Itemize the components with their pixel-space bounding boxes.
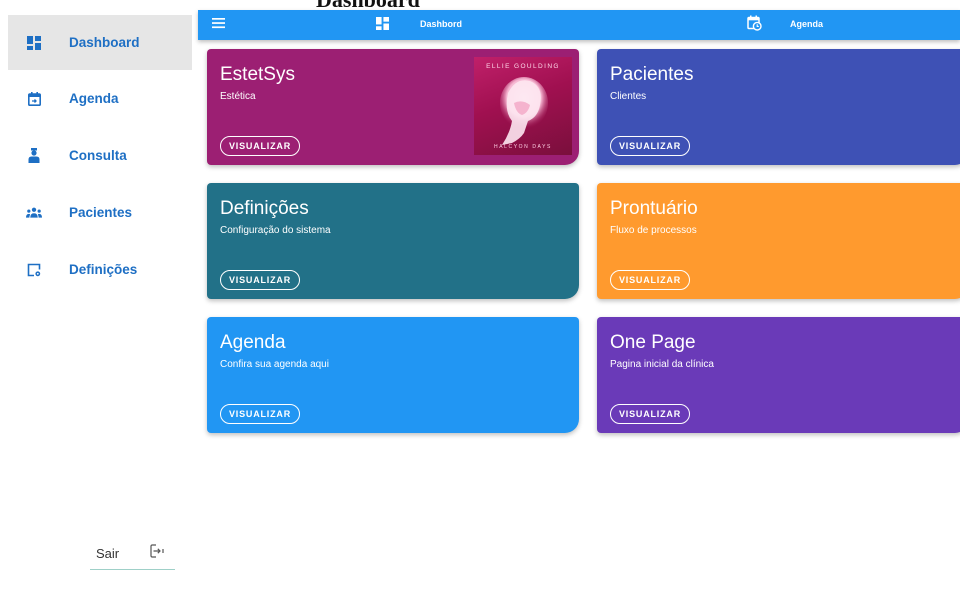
card-subtitle: Estética: [220, 91, 256, 102]
sidebar-item-label: Agenda: [69, 91, 119, 106]
card-one-page: One Page Pagina inicial da clínica VISUA…: [597, 317, 960, 433]
sidebar: Dashboard Agenda Consulta Pacientes Defi…: [0, 0, 200, 612]
card-subtitle: Confira sua agenda aqui: [220, 359, 329, 370]
card-title: EstetSys: [220, 64, 295, 85]
calendar-clock-icon[interactable]: [747, 15, 762, 31]
sidebar-item-label: Dashboard: [69, 35, 140, 50]
album-artist: ELLIE GOULDING: [486, 63, 560, 70]
card-estetsys: EstetSys Estética VISUALIZAR ELLIE GOULD…: [207, 49, 579, 165]
album-title: HALCYON DAYS: [493, 144, 552, 150]
dashboard-icon: [26, 35, 42, 51]
card-title: Pacientes: [610, 64, 694, 85]
sidebar-item-dashboard[interactable]: Dashboard: [8, 15, 192, 70]
card-subtitle: Clientes: [610, 91, 647, 102]
app-root: Dashboard Dashboard Agenda Consulta Paci…: [0, 0, 960, 612]
visualizar-button[interactable]: VISUALIZAR: [220, 404, 300, 424]
card-title: One Page: [610, 332, 696, 353]
dashboard-icon[interactable]: [376, 17, 389, 30]
card-title: Definições: [220, 198, 309, 219]
visualizar-button[interactable]: VISUALIZAR: [220, 136, 300, 156]
calendar-icon: [26, 91, 42, 107]
sidebar-item-label: Definições: [69, 262, 138, 277]
visualizar-button[interactable]: VISUALIZAR: [610, 136, 690, 156]
card-title: Agenda: [220, 332, 286, 353]
visualizar-button[interactable]: VISUALIZAR: [610, 404, 690, 424]
sidebar-item-definicoes[interactable]: Definições: [8, 242, 192, 297]
topbar-agenda-link[interactable]: Agenda: [790, 19, 823, 29]
sidebar-item-agenda[interactable]: Agenda: [8, 71, 192, 126]
card-subtitle: Configuração do sistema: [220, 225, 331, 236]
people-icon: [26, 205, 42, 221]
visualizar-button[interactable]: VISUALIZAR: [220, 270, 300, 290]
card-title: Prontuário: [610, 198, 698, 219]
sidebar-item-pacientes[interactable]: Pacientes: [8, 185, 192, 240]
card-definicoes: Definições Configuração do sistema VISUA…: [207, 183, 579, 299]
sidebar-item-label: Pacientes: [69, 205, 133, 220]
top-app-bar: Dashbord Agenda: [198, 10, 960, 40]
card-pacientes: Pacientes Clientes VISUALIZAR: [597, 49, 960, 165]
settings-window-icon: [26, 262, 42, 278]
doctor-icon: [26, 148, 42, 164]
sidebar-item-consulta[interactable]: Consulta: [8, 128, 192, 183]
logout-label: Sair: [96, 546, 120, 561]
topbar-dashboard-link[interactable]: Dashbord: [420, 19, 462, 29]
card-prontuario: Prontuário Fluxo de processos VISUALIZAR: [597, 183, 960, 299]
visualizar-button[interactable]: VISUALIZAR: [610, 270, 690, 290]
album-cover-image: ELLIE GOULDING HALCYON DAYS: [474, 57, 572, 155]
logout-button[interactable]: Sair: [90, 538, 175, 570]
logout-icon: [150, 544, 166, 560]
sidebar-item-label: Consulta: [69, 148, 127, 163]
card-subtitle: Pagina inicial da clínica: [610, 359, 714, 370]
card-subtitle: Fluxo de processos: [610, 225, 697, 236]
card-agenda: Agenda Confira sua agenda aqui VISUALIZA…: [207, 317, 579, 433]
menu-icon[interactable]: [212, 16, 226, 30]
album-figure: [500, 77, 548, 145]
